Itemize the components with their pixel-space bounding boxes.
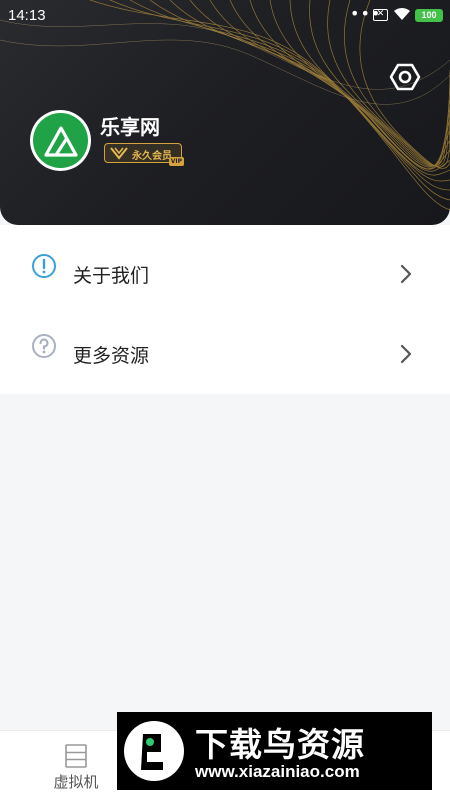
vip-tag: VIP — [168, 157, 184, 166]
menu-list: 关于我们 更多资源 — [0, 225, 450, 394]
wifi-icon — [394, 7, 410, 20]
avatar[interactable] — [30, 110, 91, 171]
vip-badge: 永久会员 VIP — [104, 143, 184, 166]
battery-icon: 100 — [415, 9, 443, 22]
chevron-right-icon — [400, 344, 412, 364]
watermark-title: 下载鸟资源 — [195, 725, 365, 764]
status-bar: 14:13 ••• ✕ 100 — [0, 0, 450, 30]
menu-item-about[interactable]: 关于我们 — [0, 225, 450, 305]
settings-icon[interactable] — [389, 61, 421, 93]
bird-logo-icon — [124, 721, 184, 781]
app-logo-icon — [33, 113, 88, 168]
help-icon — [32, 334, 56, 358]
nav-item-virtual-machine[interactable]: 虚拟机 — [44, 743, 108, 792]
nav-item-label: 虚拟机 — [53, 773, 99, 791]
vip-diamond-icon — [110, 147, 128, 160]
profile-header: 14:13 ••• ✕ 100 乐享网 永久会员 VIP — [0, 0, 450, 225]
sim-x-icon: ✕ — [373, 9, 388, 21]
server-icon — [65, 744, 87, 768]
chevron-right-icon — [400, 264, 412, 284]
watermark-url: www.xiazainiao.com — [195, 762, 360, 781]
watermark-banner: 下载鸟资源 www.xiazainiao.com — [117, 712, 432, 790]
info-icon — [32, 254, 56, 278]
vip-label: 永久会员 — [132, 151, 172, 162]
menu-item-more-resources[interactable]: 更多资源 — [0, 305, 450, 385]
status-time: 14:13 — [8, 7, 46, 24]
username: 乐享网 — [100, 115, 160, 139]
menu-item-label: 关于我们 — [73, 265, 150, 287]
menu-item-label: 更多资源 — [73, 345, 150, 367]
